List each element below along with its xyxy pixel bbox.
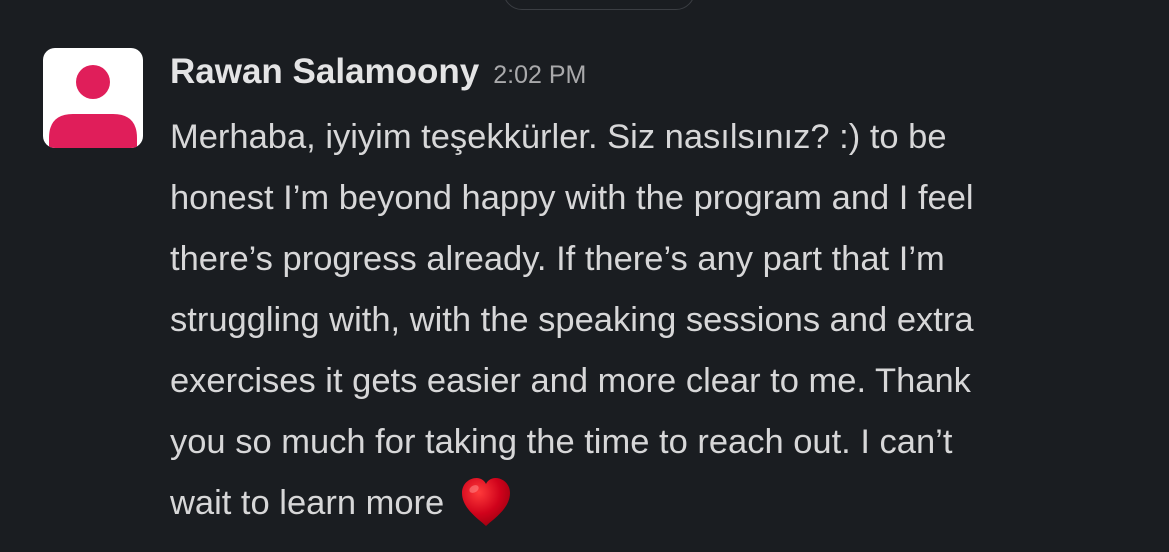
message-item: Rawan Salamoony 2:02 PM Merhaba, iyiyim t… — [0, 0, 1169, 552]
message-text: Merhaba, iyiyim teşekkürler. Siz nasılsı… — [170, 107, 1160, 548]
message-line: exercises it gets easier and more clear … — [170, 362, 971, 400]
message-line-last: wait to learn more — [170, 473, 1160, 548]
message-line: there’s progress already. If there’s any… — [170, 240, 945, 278]
avatar[interactable] — [43, 48, 143, 148]
heart-icon — [458, 476, 514, 548]
message-line: struggling with, with the speaking sessi… — [170, 301, 974, 339]
message-timestamp[interactable]: 2:02 PM — [493, 61, 586, 89]
message-line: honest I’m beyond happy with the program… — [170, 179, 974, 217]
default-user-icon — [49, 65, 137, 148]
message-line: Merhaba, iyiyim teşekkürler. Siz nasılsı… — [170, 118, 947, 156]
message-line: you so much for taking the time to reach… — [170, 423, 953, 461]
message-line: wait to learn more — [170, 484, 445, 522]
sender-name[interactable]: Rawan Salamoony — [170, 52, 479, 91]
message-header: Rawan Salamoony 2:02 PM — [170, 50, 586, 97]
